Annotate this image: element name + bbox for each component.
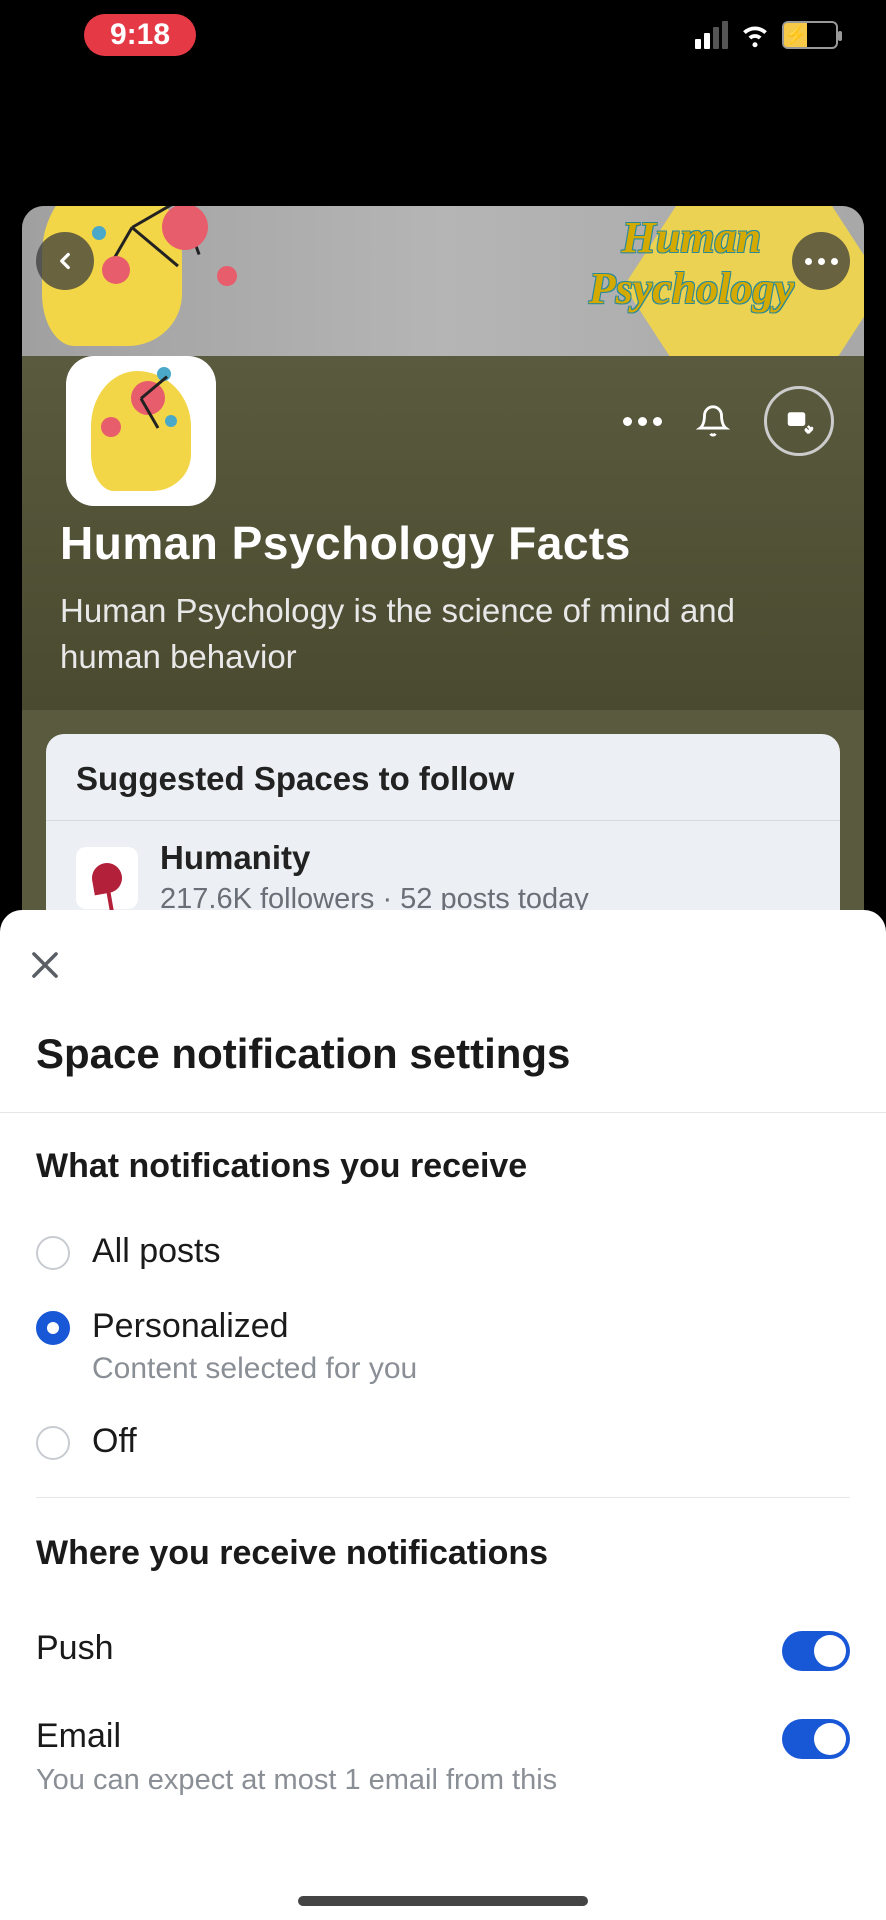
toggle-label: Push (36, 1629, 114, 1668)
toggle-sublabel: You can expect at most 1 email from this (36, 1764, 557, 1797)
section-where-notifications: Where you receive notifications Push Ema… (0, 1508, 886, 1825)
cellular-icon (695, 21, 728, 49)
section-heading: What notifications you receive (36, 1147, 850, 1186)
notification-settings-sheet: Space notification settings What notific… (0, 910, 886, 1920)
space-avatar[interactable] (66, 356, 216, 506)
follow-status-button[interactable] (764, 386, 834, 456)
status-time: 9:18 (84, 14, 196, 56)
battery-icon: ⚡ (782, 21, 838, 49)
space-action-row (623, 386, 834, 456)
radio-icon (36, 1236, 70, 1270)
back-button[interactable] (36, 232, 94, 290)
radio-icon (36, 1311, 70, 1345)
email-toggle[interactable] (782, 1719, 850, 1759)
suggested-name: Humanity (160, 839, 589, 877)
divider (36, 1497, 850, 1498)
bell-icon[interactable] (696, 404, 730, 438)
radio-icon (36, 1426, 70, 1460)
space-title: Human Psychology Facts (60, 516, 826, 570)
push-toggle[interactable] (782, 1631, 850, 1671)
space-cover: Human Psychology (22, 206, 864, 356)
space-card: Human Psychology Human Psyc (22, 206, 864, 934)
radio-off[interactable]: Off (36, 1404, 850, 1479)
status-icons: ⚡ (695, 16, 838, 55)
suggested-heading: Suggested Spaces to follow (46, 734, 840, 821)
sheet-title: Space notification settings (0, 910, 886, 1113)
toggle-email-row: Email You can expect at most 1 email fro… (36, 1689, 850, 1815)
space-description: Human Psychology is the science of mind … (60, 588, 826, 680)
cover-title: Human Psychology (589, 212, 794, 314)
radio-personalized[interactable]: Personalized Content selected for you (36, 1289, 850, 1404)
suggested-avatar (76, 847, 138, 909)
section-what-notifications: What notifications you receive All posts… (0, 1113, 886, 1508)
cover-more-button[interactable] (792, 232, 850, 290)
radio-label: Off (92, 1422, 137, 1461)
wifi-icon (738, 16, 772, 55)
toggle-push-row: Push (36, 1601, 850, 1689)
toggle-label: Email (36, 1717, 557, 1756)
status-bar: 9:18 ⚡ (0, 0, 886, 70)
radio-label: All posts (92, 1232, 221, 1271)
radio-all-posts[interactable]: All posts (36, 1214, 850, 1289)
radio-label: Personalized (92, 1307, 417, 1346)
suggested-spaces: Suggested Spaces to follow Humanity 217.… (46, 734, 840, 934)
home-indicator[interactable] (298, 1896, 588, 1906)
space-more-button[interactable] (623, 417, 662, 426)
close-button[interactable] (20, 940, 70, 990)
radio-sublabel: Content selected for you (92, 1352, 417, 1386)
section-heading: Where you receive notifications (36, 1534, 850, 1573)
